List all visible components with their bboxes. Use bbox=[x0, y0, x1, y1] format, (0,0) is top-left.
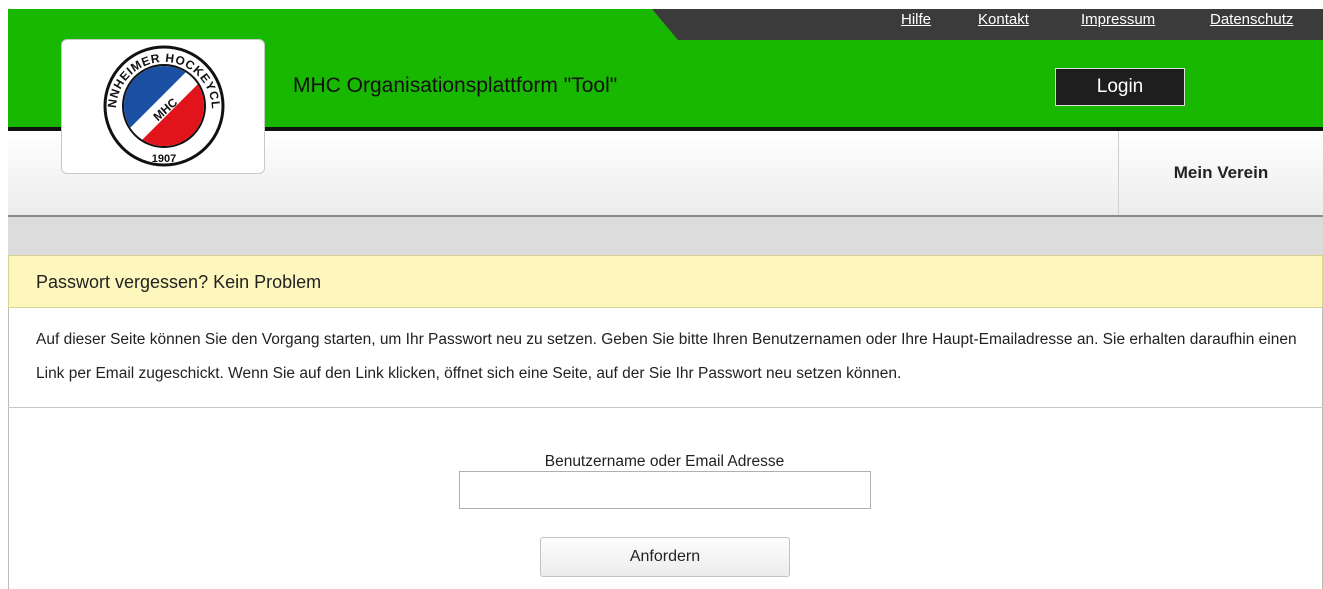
panel-separator bbox=[8, 407, 1323, 408]
club-logo[interactable]: MANNHEIMER HOCKEYCLUB MHC 1907 bbox=[61, 39, 265, 174]
request-button[interactable]: Anfordern bbox=[540, 537, 790, 577]
app-title: MHC Organisationsplattform "Tool" bbox=[293, 74, 618, 97]
privacy-link[interactable]: Datenschutz bbox=[1210, 11, 1293, 28]
mhc-logo-icon: MANNHEIMER HOCKEYCLUB MHC 1907 bbox=[102, 44, 225, 167]
panel-description: Auf dieser Seite können Sie den Vorgang … bbox=[36, 331, 1297, 382]
username-email-input[interactable] bbox=[459, 471, 871, 509]
svg-text:1907: 1907 bbox=[152, 153, 176, 165]
username-email-label: Benutzername oder Email Adresse bbox=[544, 453, 785, 470]
spacer-strip bbox=[8, 217, 1323, 255]
contact-link[interactable]: Kontakt bbox=[978, 11, 1029, 28]
panel-title: Passwort vergessen? Kein Problem bbox=[36, 272, 322, 292]
login-button[interactable]: Login bbox=[1055, 68, 1185, 106]
nav-item-mein-verein[interactable]: Mein Verein bbox=[1119, 131, 1323, 215]
help-link[interactable]: Hilfe bbox=[901, 11, 931, 28]
imprint-link[interactable]: Impressum bbox=[1081, 11, 1155, 28]
panel-header: Passwort vergessen? Kein Problem bbox=[8, 255, 1323, 308]
